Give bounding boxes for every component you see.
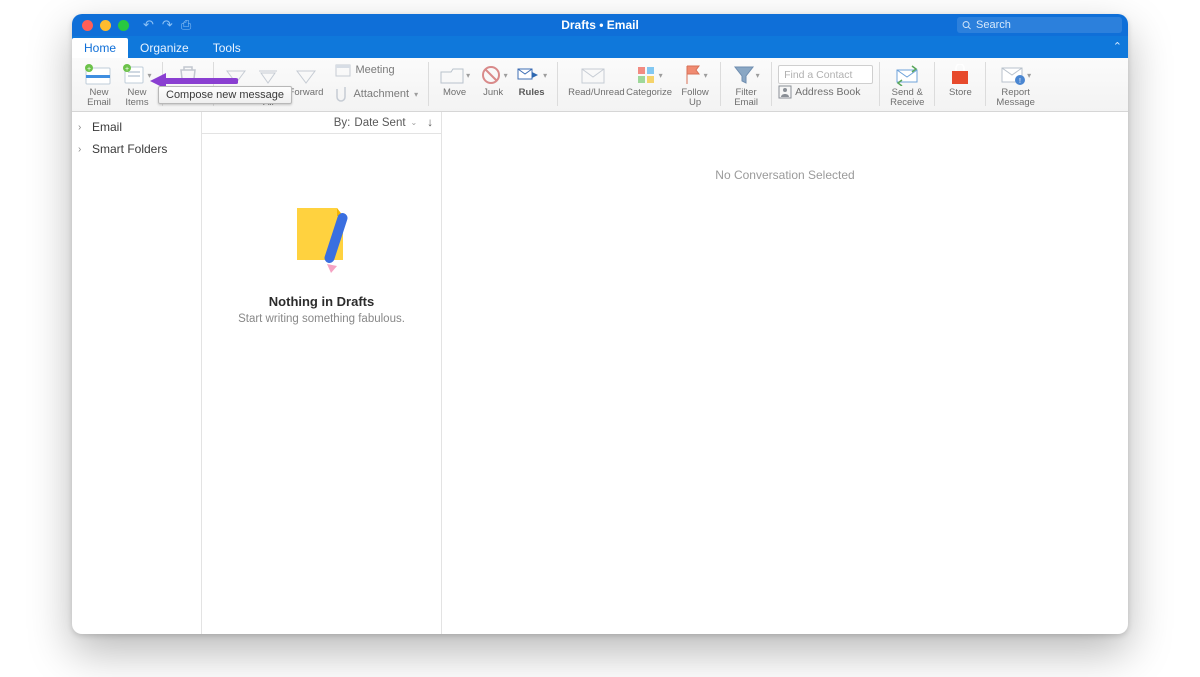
reply-all-icon [257, 65, 279, 85]
categorize-icon [636, 65, 658, 85]
close-window-button[interactable] [82, 20, 93, 31]
quick-access-toolbar: ↶ ↷ ⎙ [143, 17, 191, 33]
app-window: ↶ ↷ ⎙ Drafts • Email Home Organize Tools… [72, 14, 1128, 634]
redo-icon[interactable]: ↷ [162, 17, 173, 33]
sort-bar[interactable]: By: Date Sent ⌄ ↓ [202, 112, 441, 134]
rules-icon [516, 64, 542, 86]
meeting-icon [335, 63, 351, 77]
zoom-window-button[interactable] [118, 20, 129, 31]
minimize-window-button[interactable] [100, 20, 111, 31]
sort-prefix: By: [334, 117, 351, 129]
message-list-pane: By: Date Sent ⌄ ↓ Nothing in Drafts Star… [202, 112, 442, 634]
empty-state: Nothing in Drafts Start writing somethin… [202, 134, 441, 634]
read-unread-icon [580, 65, 606, 85]
empty-drafts-illustration [279, 194, 365, 280]
new-items-icon: + [122, 64, 146, 86]
svg-text:+: + [125, 66, 129, 73]
search-box[interactable] [957, 17, 1122, 33]
print-icon[interactable]: ⎙ [181, 17, 191, 33]
attachment-icon [335, 85, 349, 103]
meeting-button[interactable]: Meeting [331, 60, 422, 80]
folder-sidebar: › Email › Smart Folders [72, 112, 202, 634]
svg-text:+: + [87, 66, 91, 73]
search-icon [962, 20, 972, 31]
sidebar-item-label: Email [92, 120, 122, 134]
window-controls [82, 20, 129, 31]
empty-title: Nothing in Drafts [269, 294, 374, 309]
attachment-button[interactable]: Attachment▾ [331, 84, 422, 104]
find-contact-input[interactable]: Find a Contact [778, 65, 873, 84]
rules-button[interactable]: ▾ Rules [512, 60, 551, 98]
tab-tools[interactable]: Tools [201, 38, 253, 58]
forward-icon [295, 65, 317, 85]
tooltip-compose-new-message: Compose new message [158, 86, 292, 104]
funnel-icon [733, 64, 755, 86]
body: › Email › Smart Folders By: Date Sent ⌄ … [72, 112, 1128, 634]
empty-subtitle: Start writing something fabulous. [238, 313, 405, 325]
chevron-down-icon: ⌄ [411, 118, 418, 127]
search-input[interactable] [976, 19, 1117, 31]
reading-pane: No Conversation Selected [442, 112, 1128, 634]
address-book-button[interactable]: Address Book [778, 85, 860, 99]
report-message-button[interactable]: !▾ Report Message [992, 60, 1039, 109]
chevron-right-icon: › [78, 122, 86, 133]
read-unread-button[interactable]: Read/Unread [564, 60, 622, 98]
tab-home[interactable]: Home [72, 38, 128, 58]
junk-button[interactable]: ▾ Junk [474, 60, 512, 98]
filter-email-button[interactable]: ▾ Filter Email [727, 60, 765, 109]
sidebar-item-label: Smart Folders [92, 142, 167, 156]
move-icon [439, 64, 465, 86]
sidebar-item-smart-folders[interactable]: › Smart Folders [72, 138, 201, 160]
sort-value: Date Sent [354, 117, 405, 129]
store-button[interactable]: Store [941, 60, 979, 98]
reading-placeholder: No Conversation Selected [715, 168, 854, 182]
categorize-button[interactable]: ▾ Categorize [622, 60, 676, 98]
send-receive-button[interactable]: Send & Receive [886, 60, 928, 109]
new-email-button[interactable]: + New Email [80, 60, 118, 109]
report-message-icon: ! [1000, 64, 1026, 86]
tab-organize[interactable]: Organize [128, 38, 201, 58]
junk-icon [479, 64, 503, 86]
sort-direction-icon[interactable]: ↓ [427, 117, 433, 129]
titlebar: ↶ ↷ ⎙ Drafts • Email [72, 14, 1128, 36]
move-button[interactable]: ▾ Move [435, 60, 474, 98]
collapse-ribbon-icon[interactable]: ⌃ [1113, 40, 1122, 53]
flag-icon [683, 64, 703, 86]
store-icon [949, 64, 971, 86]
new-email-icon: + [85, 64, 113, 86]
sidebar-item-email[interactable]: › Email [72, 116, 201, 138]
ribbon-tabbar: Home Organize Tools ⌃ [72, 36, 1128, 58]
svg-text:!: ! [1019, 78, 1021, 85]
follow-up-button[interactable]: ▾ Follow Up [676, 60, 714, 109]
undo-icon[interactable]: ↶ [143, 17, 154, 33]
chevron-right-icon: › [78, 144, 86, 155]
address-book-icon [778, 85, 792, 99]
send-receive-icon [894, 64, 920, 86]
